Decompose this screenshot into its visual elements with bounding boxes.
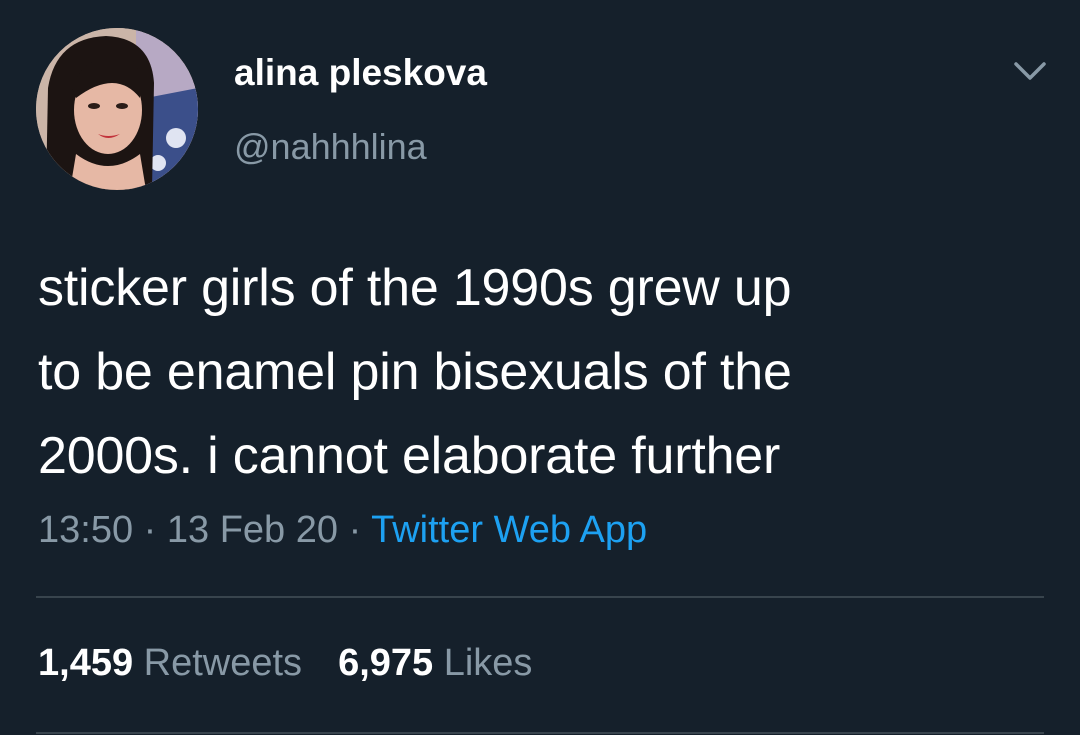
retweets-stat[interactable]: 1,459 Retweets bbox=[38, 642, 302, 684]
tweet-text: sticker girls of the 1990s grew up to be… bbox=[38, 246, 1048, 498]
chevron-down-icon[interactable] bbox=[1010, 56, 1050, 86]
tweet-text-line: 2000s. i cannot elaborate further bbox=[38, 427, 781, 485]
tweet-text-line: sticker girls of the 1990s grew up bbox=[38, 259, 792, 317]
meta-separator: · bbox=[133, 509, 167, 551]
tweet-source-link[interactable]: Twitter Web App bbox=[371, 509, 647, 551]
retweets-label: Retweets bbox=[143, 642, 303, 684]
user-handle[interactable]: @nahhhlina bbox=[234, 126, 427, 168]
divider bbox=[36, 732, 1044, 734]
likes-count: 6,975 bbox=[338, 642, 434, 684]
avatar-image bbox=[36, 28, 198, 190]
avatar[interactable] bbox=[36, 28, 198, 190]
retweets-count: 1,459 bbox=[38, 642, 134, 684]
display-name[interactable]: alina pleskova bbox=[234, 52, 487, 94]
tweet-time[interactable]: 13:50 bbox=[38, 509, 133, 551]
tweet-text-line: to be enamel pin bisexuals of the bbox=[38, 343, 792, 401]
tweet-metadata: 13:50 · 13 Feb 20 · Twitter Web App bbox=[38, 509, 647, 552]
tweet-date[interactable]: 13 Feb 20 bbox=[167, 509, 338, 551]
likes-stat[interactable]: 6,975 Likes bbox=[338, 642, 532, 684]
tweet-stats: 1,459 Retweets 6,975 Likes bbox=[38, 642, 532, 685]
likes-label: Likes bbox=[443, 642, 533, 684]
divider bbox=[36, 596, 1044, 598]
meta-separator: · bbox=[338, 509, 372, 551]
